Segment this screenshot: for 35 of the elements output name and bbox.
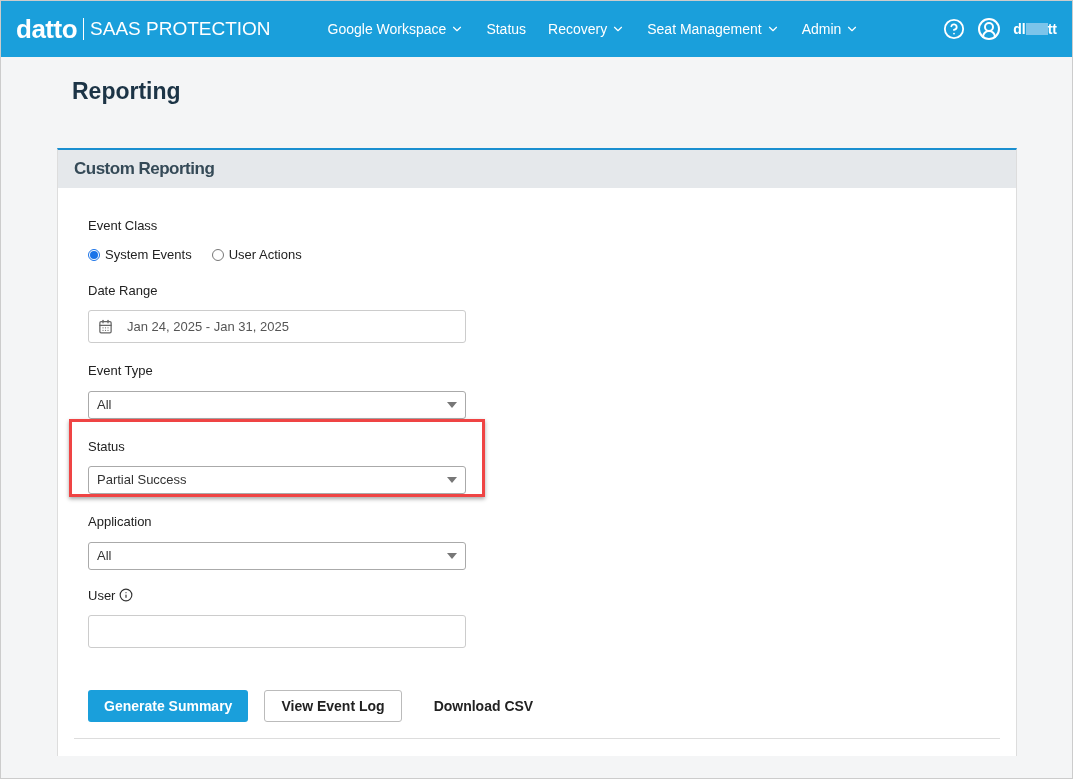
user-name[interactable]: dl [1013,18,1026,40]
card-title: Custom Reporting [74,157,215,180]
logo[interactable]: datto [16,9,78,49]
help-icon[interactable] [943,18,966,40]
calendar-icon [98,319,113,334]
nav-menu-item[interactable]: Recovery [537,18,637,40]
field-label: User [88,586,116,605]
action-button[interactable]: View Event Log [264,690,402,722]
field-label: Date Range [88,281,158,300]
field-label: Application [88,513,152,531]
action-button[interactable]: Generate Summary [88,690,249,722]
dropdown-field[interactable]: All [88,541,466,570]
nav-menu-item[interactable]: Seat Management [636,18,791,40]
field-label: Status [88,437,125,456]
nav-menu-item[interactable]: Google Workspace [316,18,476,40]
user-name[interactable]: tt [1047,18,1057,40]
dropdown-arrow-icon [447,477,457,483]
date-range-field[interactable]: Jan 24, 2025 - Jan 31, 2025 [88,310,466,343]
dropdown-arrow-icon [447,401,457,408]
redaction-block [1025,23,1048,35]
dropdown-arrow-icon [447,552,457,559]
user-avatar-icon[interactable] [977,17,1002,41]
user-input-field[interactable] [88,615,466,648]
radio-option[interactable]: System Events [88,245,192,265]
field-label: Event Type [88,362,153,380]
info-icon[interactable] [119,588,134,603]
product-name: SAAS PROTECTION [83,18,271,40]
radio-option[interactable]: User Actions [211,245,302,265]
dropdown-field[interactable]: Partial Success [88,466,466,494]
nav-menu-item[interactable]: Status [475,18,538,40]
page-title: Reporting [72,77,182,106]
field-label: Event Class [88,216,158,235]
dropdown-field[interactable]: All [88,390,466,419]
nav-menu-item[interactable]: Admin [790,18,871,40]
download-link[interactable]: Download CSV [417,690,550,722]
